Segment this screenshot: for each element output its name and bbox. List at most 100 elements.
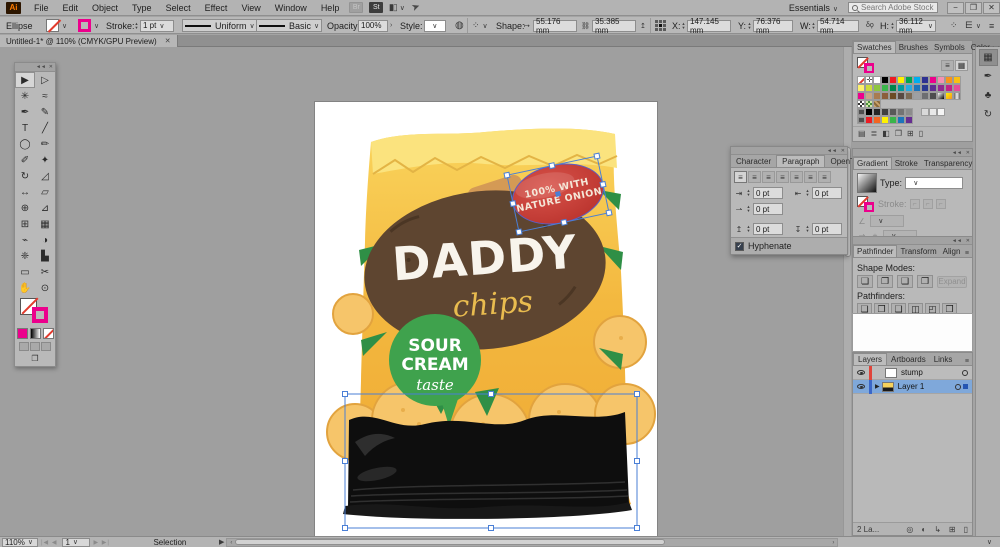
swatch[interactable]	[857, 116, 865, 124]
swatch[interactable]	[865, 76, 873, 84]
screen-mode-button[interactable]: ❐	[15, 354, 55, 366]
close-icon[interactable]: ✕	[49, 64, 53, 70]
swatch[interactable]	[873, 100, 881, 108]
w-field[interactable]: 54.714 mm	[810, 19, 859, 32]
swatch[interactable]	[921, 116, 929, 124]
panel-tab[interactable]: Brushes	[896, 41, 931, 53]
swatch-action-icon[interactable]: ▤	[858, 129, 866, 138]
panel-tab[interactable]: Swatches	[853, 41, 896, 53]
shape-width-field[interactable]: 55.176 mm	[533, 19, 577, 32]
swatch[interactable]	[881, 84, 889, 92]
layer-row-layer1[interactable]: ▶ Layer 1	[853, 380, 972, 394]
stock-icon[interactable]: St	[369, 2, 383, 13]
reference-point-locator[interactable]	[655, 19, 666, 32]
swatch[interactable]	[945, 100, 953, 108]
target-icon[interactable]	[962, 370, 968, 376]
swatch[interactable]	[897, 92, 905, 100]
swatch[interactable]	[881, 108, 889, 116]
swatch[interactable]	[857, 92, 865, 100]
swatch[interactable]	[905, 76, 913, 84]
align-button[interactable]: ≡	[804, 171, 817, 183]
collapse-icon[interactable]: ◄◄	[36, 64, 46, 70]
swatch[interactable]	[889, 76, 897, 84]
tool-button[interactable]: ▱	[35, 184, 55, 200]
swatch[interactable]	[873, 92, 881, 100]
swatch[interactable]	[913, 92, 921, 100]
swatch[interactable]	[929, 84, 937, 92]
layers-action-icon[interactable]: ▯	[964, 525, 968, 534]
tool-button[interactable]: ▶	[15, 72, 35, 88]
panel-tab[interactable]: Paragraph	[776, 155, 825, 167]
layers-action-icon[interactable]: ◎	[906, 525, 913, 534]
workspace-switcher[interactable]: Essentials	[789, 3, 838, 13]
paragraph-panel-header[interactable]: ◄◄✕	[731, 147, 847, 155]
control-bar-menu-icon[interactable]: ≡	[989, 19, 994, 32]
panel-tab[interactable]: Transform	[897, 245, 939, 257]
panel-tab[interactable]: Links	[930, 353, 957, 365]
swatch[interactable]	[929, 100, 937, 108]
swatch[interactable]	[873, 116, 881, 124]
list-view-icon[interactable]: ≡	[941, 60, 954, 71]
canvas-vertical-scrollbar[interactable]	[843, 47, 851, 536]
swatch[interactable]	[897, 108, 905, 116]
gradient-button[interactable]	[30, 328, 41, 339]
shape-mode-button[interactable]: ❒	[917, 275, 933, 288]
tool-button[interactable]: ▭	[15, 264, 35, 280]
right-indent-field[interactable]: 0 pt	[812, 187, 842, 199]
stroke-within-icon[interactable]: ⌐	[910, 199, 920, 209]
shape-mode-button[interactable]: ❐	[877, 275, 893, 288]
align-button[interactable]: ≡	[776, 171, 789, 183]
swatch[interactable]	[881, 76, 889, 84]
layers-action-icon[interactable]: ↳	[934, 525, 941, 534]
swatch[interactable]	[865, 84, 873, 92]
swatch[interactable]	[865, 100, 873, 108]
swatch[interactable]	[945, 108, 953, 116]
tool-button[interactable]: ⊿	[35, 200, 55, 216]
menu-item[interactable]: Help	[314, 3, 347, 13]
toolbox-header[interactable]: ◄◄✕	[15, 63, 55, 72]
swatch[interactable]	[921, 100, 929, 108]
menu-item[interactable]: Window	[268, 3, 314, 13]
swatch[interactable]	[897, 100, 905, 108]
menu-item[interactable]: Effect	[198, 3, 235, 13]
swatch[interactable]	[865, 92, 873, 100]
panel-tab[interactable]: Transparency	[921, 157, 976, 169]
swatch[interactable]	[897, 116, 905, 124]
swatch[interactable]	[953, 108, 961, 116]
swatch[interactable]	[937, 76, 945, 84]
swatch[interactable]	[913, 76, 921, 84]
tool-button[interactable]: ╱	[35, 120, 55, 136]
swatch[interactable]	[937, 92, 945, 100]
menu-item[interactable]: Object	[85, 3, 125, 13]
swatch[interactable]	[881, 92, 889, 100]
tool-button[interactable]: ◯	[15, 136, 35, 152]
target-icon[interactable]	[955, 384, 961, 390]
swatch[interactable]	[921, 84, 929, 92]
tool-button[interactable]: ↔	[15, 184, 35, 200]
collapse-icon[interactable]: ◄◄	[952, 238, 962, 244]
space-after-field[interactable]: 0 pt	[812, 223, 842, 235]
swatch[interactable]	[857, 108, 865, 116]
color-button[interactable]	[17, 328, 28, 339]
swatch[interactable]	[921, 108, 929, 116]
swatch[interactable]	[945, 76, 953, 84]
tool-button[interactable]: ✋	[15, 280, 35, 296]
align-button[interactable]: ≡	[818, 171, 831, 183]
document-setup-globe-icon[interactable]: ◍	[455, 19, 464, 32]
dock-chevron-icon[interactable]: ∨	[987, 538, 992, 546]
swatch[interactable]	[929, 116, 937, 124]
constrain-proportions-icon[interactable]: δϙ	[866, 19, 874, 32]
swatch[interactable]	[905, 108, 913, 116]
swatch[interactable]	[937, 100, 945, 108]
draw-inside-mode[interactable]	[41, 342, 51, 351]
swatch[interactable]	[889, 116, 897, 124]
align-button[interactable]: ≡	[748, 171, 761, 183]
layer-row-stump[interactable]: stump	[853, 366, 972, 380]
y-field[interactable]: 76.376 mm	[746, 19, 793, 32]
close-document-icon[interactable]: ✕	[165, 37, 171, 45]
swatch[interactable]	[929, 108, 937, 116]
align-panel-icon[interactable]: ⋿	[965, 19, 981, 32]
menu-item[interactable]: Type	[125, 3, 159, 13]
tool-button[interactable]: ≈	[35, 88, 55, 104]
swatch[interactable]	[937, 116, 945, 124]
